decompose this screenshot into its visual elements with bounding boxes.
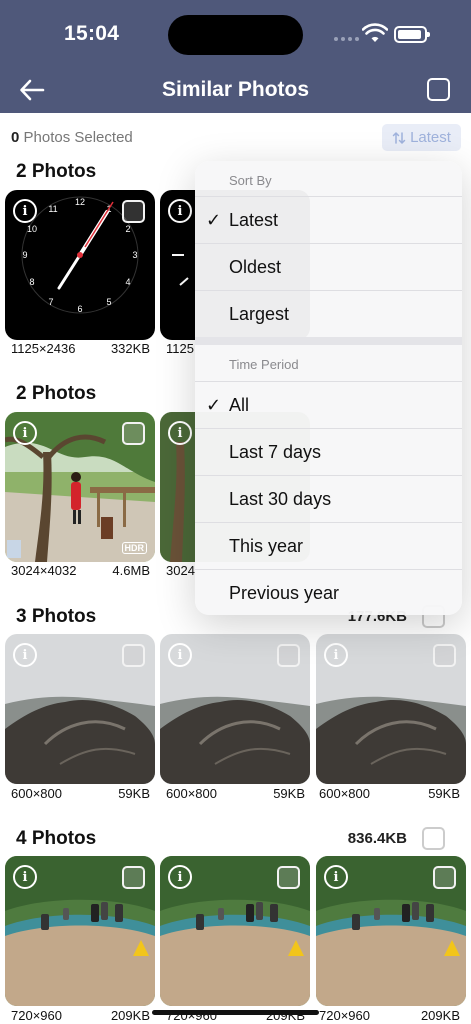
dynamic-island: [168, 15, 303, 55]
info-icon[interactable]: i: [168, 643, 192, 667]
menu-item-label: Oldest: [229, 257, 282, 277]
photo-thumbnail[interactable]: i: [160, 856, 310, 1006]
info-icon[interactable]: i: [13, 643, 37, 667]
photo-dimensions: 720×960: [319, 1008, 370, 1023]
photo-checkbox[interactable]: [122, 200, 145, 223]
svg-text:12: 12: [75, 197, 85, 207]
photo-dimensions: 600×800: [319, 786, 370, 801]
status-time: 15:04: [64, 22, 120, 45]
photo-checkbox[interactable]: [277, 644, 300, 667]
svg-text:8: 8: [29, 277, 34, 287]
menu-item-label: Largest: [229, 304, 290, 324]
photo-file-size: 4.6MB: [112, 563, 150, 578]
info-icon[interactable]: i: [168, 421, 192, 445]
group-title: 4 Photos: [16, 828, 97, 849]
menu-item-last-7-days[interactable]: Last 7 days: [195, 428, 462, 475]
checkmark-icon: ✓: [206, 210, 222, 231]
group-title: 2 Photos: [16, 161, 97, 182]
info-icon[interactable]: i: [13, 199, 37, 223]
photo-dimensions: 1125×2436: [11, 341, 76, 356]
group-title: 3 Photos: [16, 606, 97, 627]
svg-text:9: 9: [22, 250, 27, 260]
sort-button[interactable]: Latest: [382, 124, 461, 151]
svg-text:6: 6: [77, 304, 82, 314]
photo-thumbnail[interactable]: i: [5, 634, 155, 784]
svg-text:2: 2: [125, 224, 130, 234]
hdr-badge: HDR: [121, 542, 147, 554]
info-icon[interactable]: i: [324, 865, 348, 889]
svg-text:4: 4: [125, 277, 130, 287]
photo-checkbox[interactable]: [122, 644, 145, 667]
photo-checkbox[interactable]: [433, 644, 456, 667]
photo-thumbnail[interactable]: 1212 345 678 91011 i: [5, 190, 155, 340]
photo-thumbnail[interactable]: i: [160, 634, 310, 784]
group-checkbox[interactable]: [422, 827, 445, 850]
menu-item-largest[interactable]: Largest: [195, 290, 462, 337]
photo-file-size: 59KB: [118, 786, 150, 801]
photo-thumbnail[interactable]: i: [5, 856, 155, 1006]
svg-text:10: 10: [27, 224, 37, 234]
menu-item-this-year[interactable]: This year: [195, 522, 462, 569]
photo-file-size: 209KB: [420, 1008, 460, 1023]
photo-dimensions: 600×800: [166, 786, 217, 801]
photo-dimensions: 1125: [166, 341, 194, 356]
photo-checkbox[interactable]: [122, 422, 145, 445]
menu-item-oldest[interactable]: Oldest: [195, 243, 462, 290]
sort-button-label: Latest: [410, 129, 451, 146]
svg-text:5: 5: [106, 297, 111, 307]
photo-checkbox[interactable]: [122, 866, 145, 889]
group-title: 2 Photos: [16, 383, 97, 404]
menu-item-label: All: [229, 395, 250, 415]
menu-item-last-30-days[interactable]: Last 30 days: [195, 475, 462, 522]
select-all-checkbox[interactable]: [427, 78, 450, 101]
checkmark-icon: ✓: [206, 395, 222, 416]
menu-item-latest[interactable]: ✓ Latest: [195, 196, 462, 243]
time-period-header: Time Period: [229, 357, 299, 372]
info-icon[interactable]: i: [168, 865, 192, 889]
menu-item-label: Last 7 days: [229, 442, 322, 462]
menu-item-previous-year[interactable]: Previous year: [195, 569, 462, 615]
menu-section-divider: [195, 337, 462, 345]
svg-text:7: 7: [48, 297, 53, 307]
photo-file-size: 332KB: [110, 341, 150, 356]
selected-number: 0: [11, 129, 20, 146]
photo-dimensions: 720×960: [11, 1008, 62, 1023]
photo-checkbox[interactable]: [277, 866, 300, 889]
selection-count: 0 Photos Selected: [11, 129, 133, 146]
info-icon[interactable]: i: [13, 421, 37, 445]
sort-by-header: Sort By: [229, 173, 272, 188]
photo-file-size: 59KB: [428, 786, 460, 801]
cellular-signal-icon: [334, 37, 359, 41]
menu-item-label: This year: [229, 536, 304, 556]
photo-file-size: 59KB: [273, 786, 305, 801]
page-title: Similar Photos: [161, 78, 310, 101]
photo-thumbnail[interactable]: i: [316, 634, 466, 784]
nav-bar: 15:04 Similar Photos: [0, 0, 471, 113]
menu-item-label: Previous year: [229, 583, 340, 603]
photo-dimensions: 3024: [166, 563, 195, 578]
photo-thumbnail[interactable]: i: [316, 856, 466, 1006]
sort-filter-menu: Sort By ✓ Latest Oldest Largest Time Per…: [195, 161, 462, 615]
svg-text:3: 3: [132, 250, 137, 260]
photo-dimensions: 600×800: [11, 786, 62, 801]
info-icon[interactable]: i: [168, 199, 192, 223]
photo-file-size: 209KB: [110, 1008, 150, 1023]
info-icon[interactable]: i: [324, 643, 348, 667]
wifi-icon: [362, 23, 388, 42]
photo-thumbnail[interactable]: i HDR: [5, 412, 155, 562]
group-total-size: 836.4KB: [347, 830, 407, 847]
sort-arrows-icon: [392, 131, 406, 144]
home-indicator: [152, 1010, 319, 1015]
photo-dimensions: 3024×4032: [11, 563, 77, 578]
battery-icon: [394, 26, 430, 43]
info-icon[interactable]: i: [13, 865, 37, 889]
menu-item-label: Last 30 days: [229, 489, 332, 509]
svg-text:11: 11: [48, 204, 57, 214]
menu-item-all[interactable]: ✓ All: [195, 381, 462, 428]
selected-label: Photos Selected: [23, 129, 133, 146]
menu-item-label: Latest: [229, 210, 279, 230]
photo-checkbox[interactable]: [433, 866, 456, 889]
